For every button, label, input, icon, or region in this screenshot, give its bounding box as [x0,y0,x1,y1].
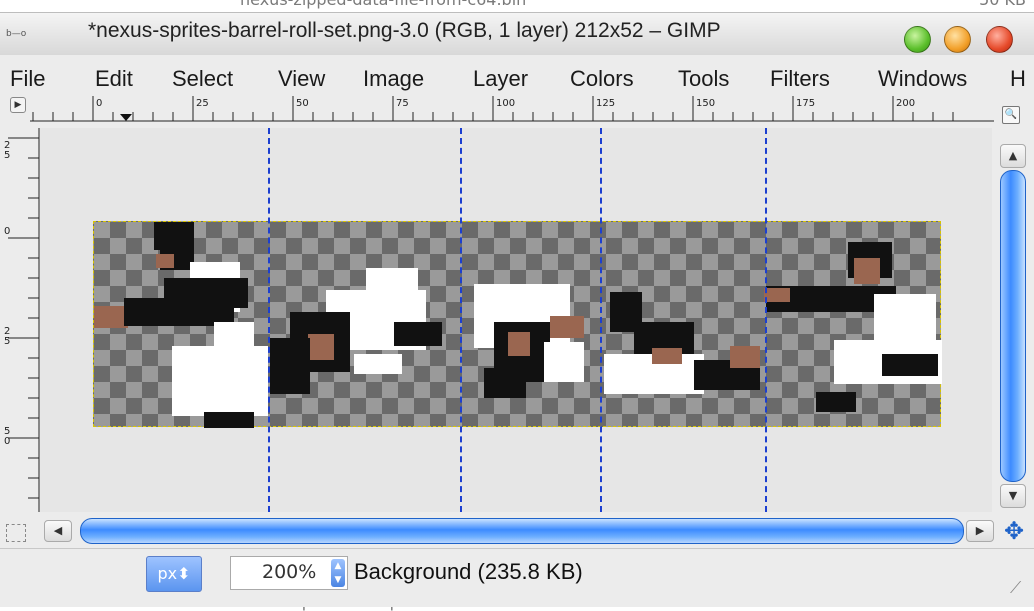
background-size-top: 50 KB [979,0,1026,9]
ruler-label: 25 [196,98,209,109]
vertical-ruler[interactable]: 2502550 [0,128,40,512]
menu-h[interactable]: H [1010,66,1026,92]
quick-mask-icon[interactable] [6,524,26,542]
move-icon[interactable]: ✥ [1000,518,1028,544]
vertical-scrollbar-thumb[interactable] [1000,170,1026,482]
guide-line-3[interactable] [600,128,602,512]
background-file-top: nexus-zipped-data-file-from-c64.bin [240,0,526,9]
horizontal-scrollbar-thumb[interactable] [80,518,964,544]
resize-grip-icon[interactable]: ⟋ [1010,578,1030,598]
ruler-label: 0 [4,226,10,237]
ruler-label: 50 [296,98,309,109]
scroll-down-button[interactable]: ▼ [1000,484,1026,508]
zoom-value: 200% [262,561,317,583]
sprite-frames [94,222,942,428]
guide-line-2[interactable] [460,128,462,512]
window-title: *nexus-sprites-barrel-roll-set.png-3.0 (… [88,19,721,42]
ruler-label: 200 [896,98,915,109]
ruler-label: 125 [596,98,615,109]
gimp-app-icon[interactable]: b—o [6,25,40,43]
maximize-button[interactable] [944,26,971,53]
close-button[interactable] [986,26,1013,53]
zoom-spinner[interactable]: ▲ ▼ [331,559,345,587]
magnifier-icon[interactable]: 🔍 [1002,106,1020,124]
ruler-label: 5 [4,150,10,161]
ruler-label: 0 [96,98,102,109]
minimize-button[interactable] [904,26,931,53]
ruler-label: 150 [696,98,715,109]
ruler-label: 0 [4,436,10,447]
status-text: Background (235.8 KB) [354,559,583,584]
sprite-image-layer[interactable] [93,221,942,428]
guide-line-1[interactable] [268,128,270,512]
horizontal-ruler[interactable]: 0 25 50 75 100 125 150 175 200 [30,88,994,122]
ruler-label: 100 [496,98,515,109]
ruler-label: 5 [4,336,10,347]
scroll-up-button[interactable]: ▲ [1000,144,1026,168]
scroll-right-button[interactable]: ▶ [966,520,994,542]
unit-value: px [157,564,178,583]
unit-select[interactable]: px⬍ [146,556,202,592]
title-bar[interactable]: b—o *nexus-sprites-barrel-roll-set.png-3… [0,13,1034,55]
play-icon[interactable]: ▶ [10,97,26,113]
ruler-pointer-icon [120,114,132,121]
scroll-left-button[interactable]: ◀ [44,520,72,542]
guide-line-4[interactable] [765,128,767,512]
ruler-label: 75 [396,98,409,109]
ruler-label: 175 [796,98,815,109]
